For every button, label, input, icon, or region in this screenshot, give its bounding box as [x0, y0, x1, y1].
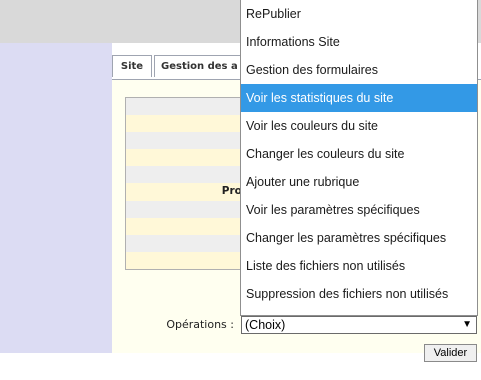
dropdown-item-liste-fichiers[interactable]: Liste des fichiers non utilisés: [241, 252, 477, 280]
dropdown-item-republier[interactable]: RePublier: [241, 0, 477, 28]
operations-label: Opérations :: [166, 318, 234, 331]
dropdown-item-gestion-formulaires[interactable]: Gestion des formulaires: [241, 56, 477, 84]
footer-area: [0, 353, 481, 380]
dropdown-item-voir-parametres[interactable]: Voir les paramètres spécifiques: [241, 196, 477, 224]
dropdown-item-informations-site[interactable]: Informations Site: [241, 28, 477, 56]
chevron-down-icon[interactable]: ▼: [462, 317, 472, 333]
dropdown-item-ajouter-rubrique[interactable]: Ajouter une rubrique: [241, 168, 477, 196]
dropdown-item-changer-couleurs[interactable]: Changer les couleurs du site: [241, 140, 477, 168]
operations-dropdown-list[interactable]: RePublier Informations Site Gestion des …: [240, 0, 478, 316]
dropdown-item-voir-statistiques[interactable]: Voir les statistiques du site: [241, 84, 477, 112]
dropdown-item-changer-parametres[interactable]: Changer les paramètres spécifiques: [241, 224, 477, 252]
tab-site[interactable]: Site: [112, 55, 152, 77]
tab-gestion[interactable]: Gestion des a: [154, 55, 244, 77]
left-panel: [0, 43, 112, 353]
dropdown-item-suppression-fichiers[interactable]: Suppression des fichiers non utilisés: [241, 280, 477, 308]
dropdown-item-voir-couleurs[interactable]: Voir les couleurs du site: [241, 112, 477, 140]
operations-select[interactable]: (Choix) ▼: [241, 316, 477, 334]
operations-select-value: (Choix): [245, 318, 286, 332]
valider-button[interactable]: Valider: [424, 344, 477, 362]
